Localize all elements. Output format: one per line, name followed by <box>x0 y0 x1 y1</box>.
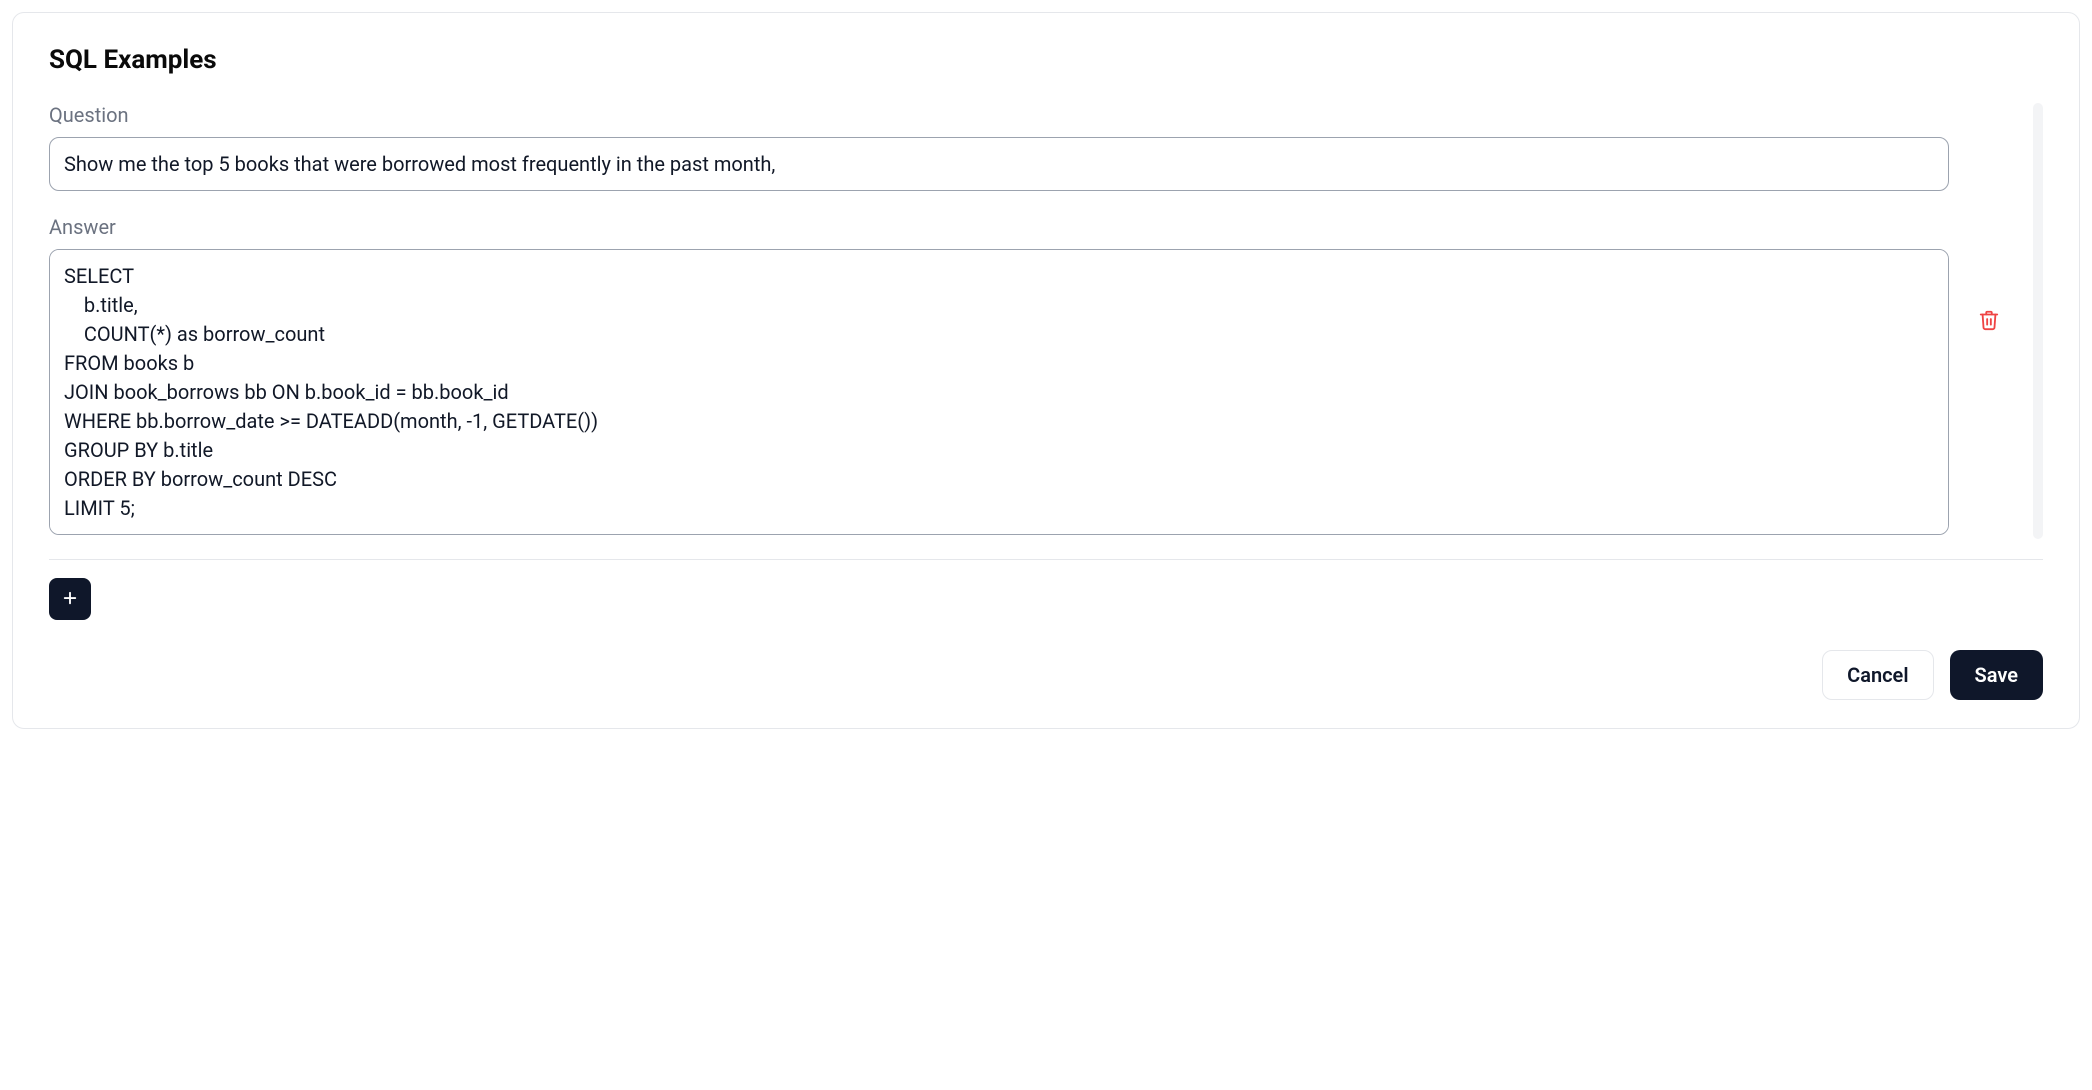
question-label: Question <box>49 103 1949 127</box>
fields-column: Question Answer <box>49 103 1949 539</box>
cancel-button[interactable]: Cancel <box>1822 650 1933 700</box>
plus-icon <box>61 589 79 610</box>
answer-label: Answer <box>49 215 1949 239</box>
divider <box>49 559 2043 560</box>
delete-column <box>1969 305 2009 338</box>
section-title: SQL Examples <box>49 45 2043 75</box>
answer-textarea[interactable] <box>49 249 1949 535</box>
question-field-group: Question <box>49 103 1949 191</box>
sql-examples-card: SQL Examples Question Answer <box>12 12 2080 729</box>
add-example-button[interactable] <box>49 578 91 620</box>
question-input[interactable] <box>49 137 1949 191</box>
answer-field-group: Answer <box>49 215 1949 539</box>
save-button[interactable]: Save <box>1950 650 2043 700</box>
delete-example-button[interactable] <box>1974 305 2004 338</box>
trash-icon <box>1978 309 2000 334</box>
example-row: Question Answer <box>49 103 2043 539</box>
scrollbar-track[interactable] <box>2033 103 2043 539</box>
footer-actions: Cancel Save <box>49 650 2043 700</box>
